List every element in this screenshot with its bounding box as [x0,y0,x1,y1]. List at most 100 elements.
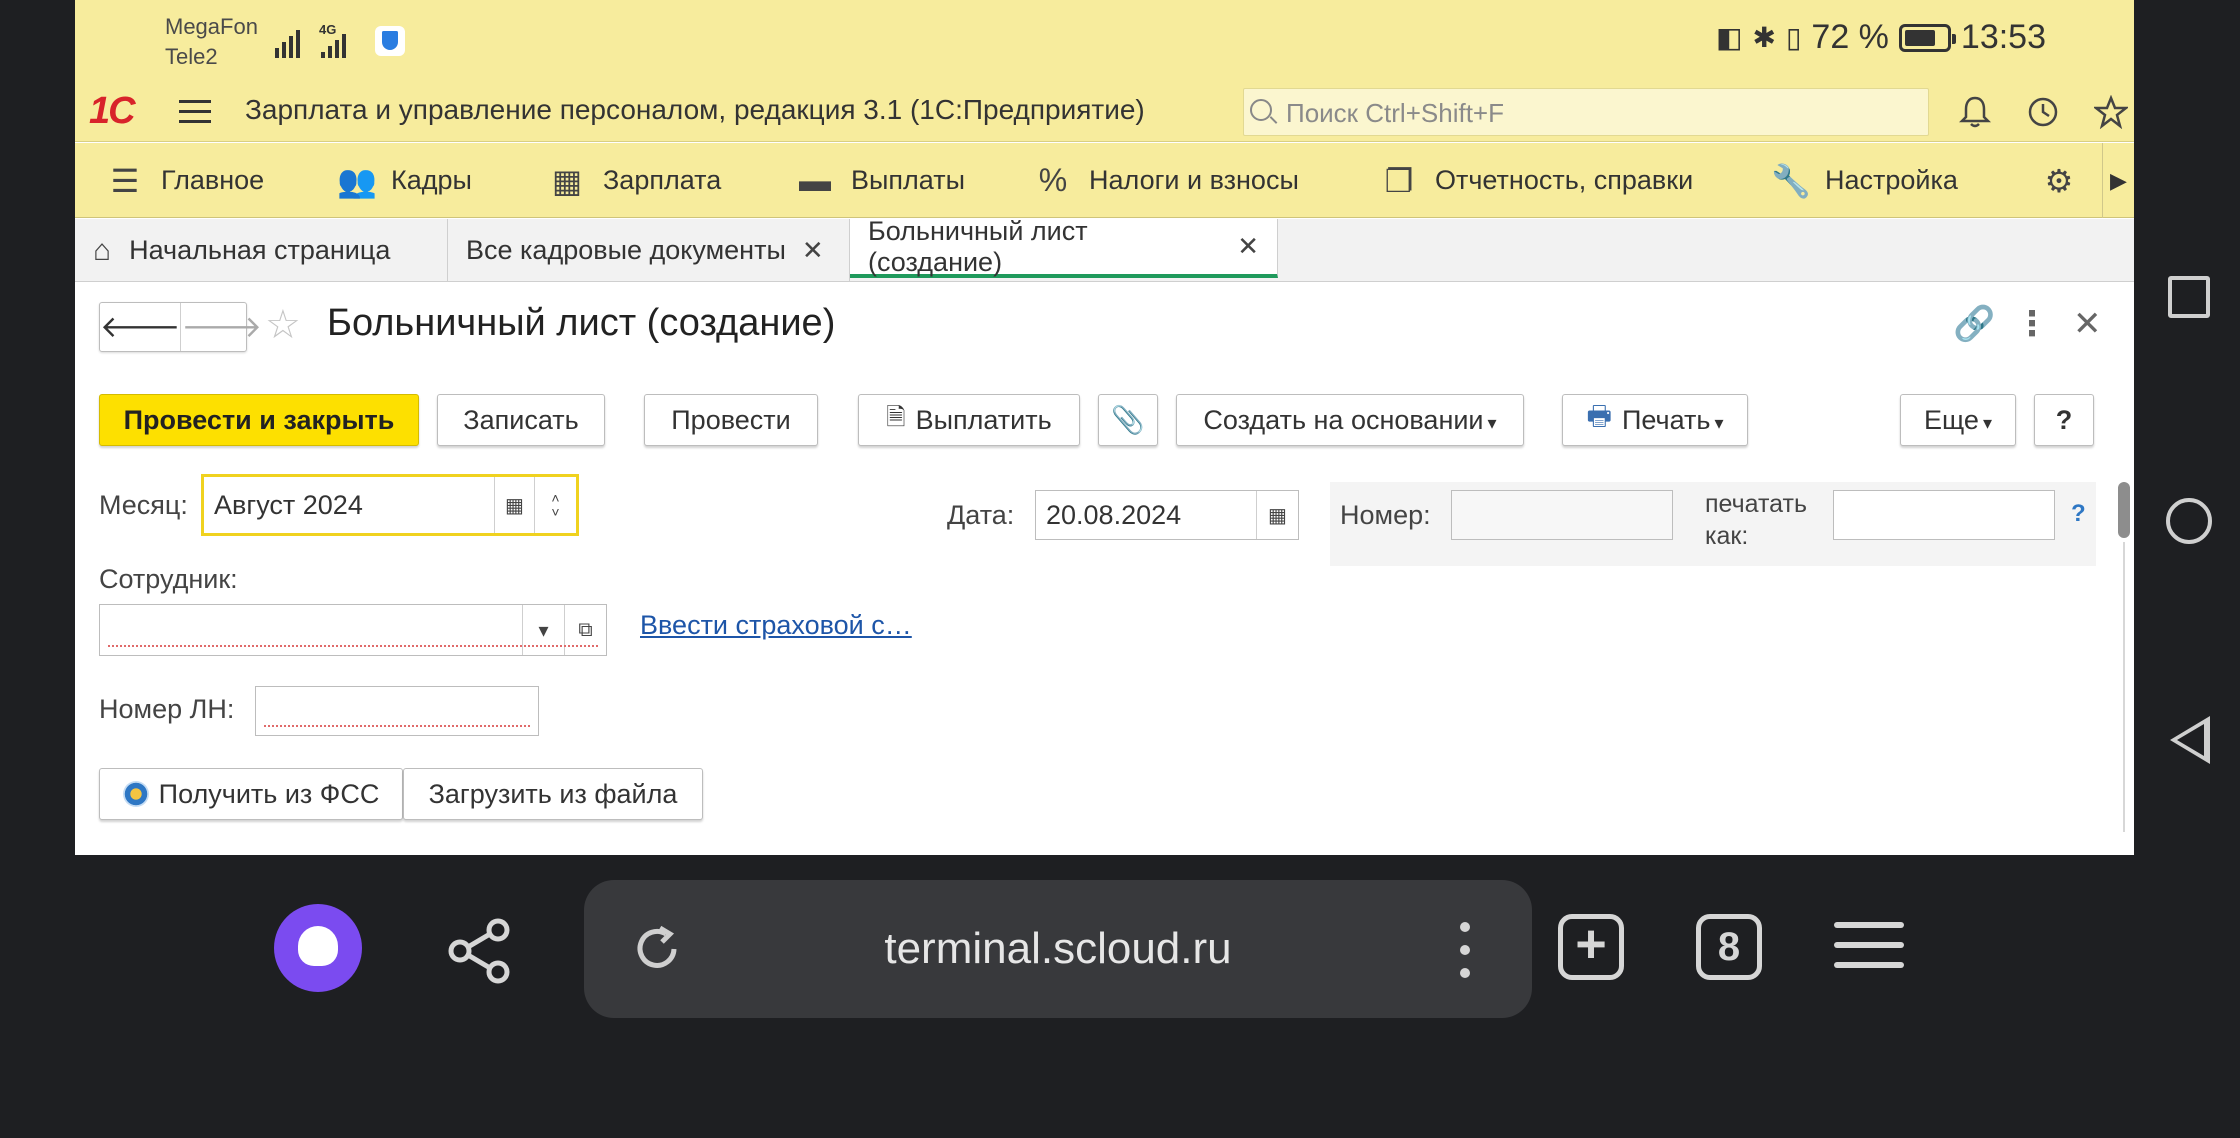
calendar-icon[interactable]: ▦ [494,477,534,533]
help-question-icon[interactable]: ? [2071,500,2086,528]
help-button[interactable]: ? [2034,394,2094,446]
load-from-file-button[interactable]: Загрузить из файла [403,768,703,820]
close-icon[interactable]: ✕ [1237,231,1259,262]
section-label: Отчетность, справки [1435,165,1694,195]
close-form-icon[interactable]: ✕ [2073,304,2102,344]
month-field[interactable]: Август 2024 ▦ ˄ ˅ [201,474,579,536]
battery-percent: 72 % [1811,18,1889,56]
more-label: Еще [1924,405,1992,436]
post-button[interactable]: Провести [644,394,818,446]
section-label: Налоги и взносы [1089,165,1299,195]
alice-assistant-icon[interactable] [274,904,362,992]
section-taxes[interactable]: % Налоги и взносы [1035,143,1299,218]
search-input[interactable] [1284,97,1914,129]
section-salary[interactable]: ▦ Зарплата [549,143,721,218]
tab-home[interactable]: ⌂ Начальная страница [75,219,448,282]
open-icon[interactable]: ⧉ [564,605,606,655]
list-icon: ☰ [110,162,140,199]
url-text: terminal.scloud.ru [884,924,1232,973]
close-icon[interactable]: ✕ [802,235,824,266]
browser-menu-icon[interactable] [1834,922,1904,972]
fss-icon [122,781,149,807]
sections-scroll-right[interactable]: ▶ [2102,143,2134,218]
section-reports[interactable]: ❐ Отчетность, справки [1381,143,1694,218]
calendar-icon[interactable]: ▦ [1256,491,1298,539]
more-button[interactable]: Еще [1900,394,2016,446]
employee-field[interactable]: ▾ ⧉ [99,604,607,656]
fss-label: Получить из ФСС [158,778,380,809]
section-label: Настройка [1825,165,1958,195]
section-label: Главное [161,165,265,195]
pay-button[interactable]: 🗎 Выплатить [858,394,1080,446]
forward-arrow-icon[interactable]: 🡒 [180,303,262,351]
document-form: 🡐 🡒 ☆ Больничный лист (создание) 🔗 ⋮ ✕ П… [75,282,2134,855]
attach-button[interactable]: 📎 [1098,394,1158,446]
number-field[interactable] [1451,490,1673,540]
tab-sick-leave[interactable]: Больничный лист (создание) ✕ [850,215,1278,278]
carrier-name: MegaFon [165,14,258,39]
battery-icon [1898,23,1956,52]
bluetooth-icon: ✱ [1752,22,1776,53]
employee-label: Сотрудник: [99,564,238,594]
month-stepper[interactable]: ˄ ˅ [534,477,576,533]
section-main[interactable]: ☰ Главное [107,143,265,218]
people-icon: 👥 [337,162,377,199]
new-tab-icon[interactable]: + [1558,914,1624,980]
signal-icon [321,34,346,58]
tab-label: Больничный лист (создание) [868,215,1088,277]
ln-field[interactable] [255,686,539,736]
carrier-name: Tele2 [165,44,218,69]
tab-hr-documents[interactable]: Все кадровые документы ✕ [448,219,850,282]
section-config-button[interactable]: ⚙ [2041,143,2077,218]
menu-icon[interactable] [179,100,211,124]
print-as-label: как: [1705,522,1749,550]
bell-icon[interactable] [1955,92,1995,132]
month-label: Месяц: [99,490,188,520]
paperclip-icon: 📎 [1111,405,1145,435]
back-arrow-icon[interactable]: 🡐 [100,303,180,351]
post-and-close-button[interactable]: Провести и закрыть [99,394,419,446]
month-value: Август 2024 [214,489,363,520]
link-icon[interactable]: 🔗 [1953,304,1995,344]
section-label: Зарплата [603,165,722,195]
clock: 13:53 [1960,18,2046,56]
star-icon[interactable] [2091,92,2131,132]
save-button[interactable]: Записать [437,394,605,446]
share-icon[interactable] [444,916,514,986]
print-button[interactable]: 🖶 Печать [1562,394,1748,446]
app-title: Зарплата и управление персоналом, редакц… [245,94,1145,125]
section-label: Выплаты [851,165,965,195]
date-field[interactable]: 20.08.2024 ▦ [1035,490,1299,540]
more-vertical-icon[interactable]: ⋮ [2015,304,2049,344]
1c-logo[interactable]: 1С [89,90,136,133]
gear-icon: ⚙ [2044,162,2074,199]
calculator-icon: ▦ [551,162,583,199]
section-label: Кадры [391,165,472,195]
scrollbar[interactable] [2118,482,2130,832]
history-icon[interactable] [2023,92,2063,132]
back-button[interactable] [2170,716,2210,764]
section-hr[interactable]: 👥 Кадры [337,143,472,218]
create-based-on-button[interactable]: Создать на основании [1176,394,1524,446]
get-from-fss-button[interactable]: Получить из ФСС [99,768,403,820]
section-payments[interactable]: ▬ Выплаты [797,143,965,218]
section-settings[interactable]: 🔧 Настройка [1771,143,1958,218]
insurance-link[interactable]: Ввести страховой с… [640,610,912,641]
date-label: Дата: [947,500,1015,530]
tab-label: Начальная страница [129,235,391,265]
address-bar[interactable]: terminal.scloud.ru [584,880,1532,1018]
favorite-star-icon[interactable]: ☆ [265,302,301,348]
more-vertical-icon[interactable] [1460,922,1472,978]
home-icon: ⌂ [93,233,112,267]
home-button[interactable] [2166,498,2212,544]
wallet-icon: ▬ [799,162,831,198]
tabs-count-button[interactable]: 8 [1696,914,1762,980]
print-label: Печать [1622,405,1724,436]
chevron-down-icon[interactable]: ▾ [522,605,564,655]
search-icon [1250,99,1272,121]
search-box[interactable] [1243,88,1929,136]
scroll-thumb[interactable] [2118,482,2130,538]
shield-icon [375,26,405,56]
print-as-field[interactable] [1833,490,2055,540]
recent-apps-button[interactable] [2168,276,2210,318]
